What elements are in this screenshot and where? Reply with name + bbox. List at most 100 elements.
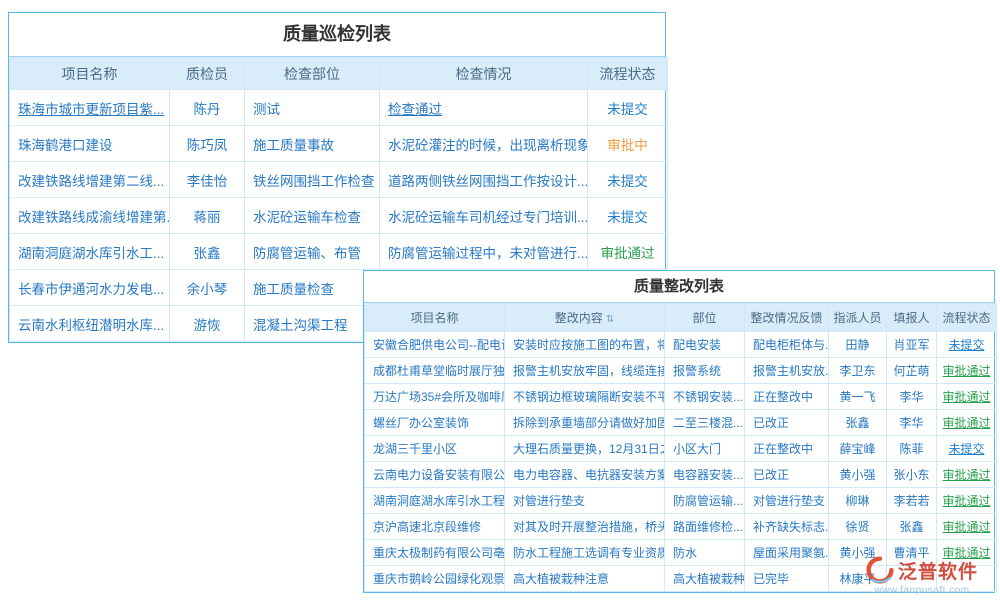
rectify-feedback-cell: 报警主机安放... (745, 358, 829, 384)
reporter-name-cell: 李若若 (887, 488, 937, 514)
process-status[interactable]: 审批通过 (601, 246, 655, 261)
process-status-cell: 审批通过 (937, 462, 997, 488)
table-row[interactable]: 珠海鹤港口建设陈巧凤施工质量事故水泥砼灌注的时候，出现离析现象审批中 (10, 126, 668, 162)
process-status[interactable]: 审批通过 (942, 468, 990, 482)
column-header: 流程状态 (937, 304, 997, 332)
rectify-feedback: 已改正 (753, 468, 789, 482)
column-header-label: 项目名称 (410, 311, 458, 325)
table-row[interactable]: 云南电力设备安装有限公司20...电力电容器、电抗器安装方案...电容器安装..… (365, 462, 997, 488)
rectify-feedback: 配电柜柜体与... (753, 338, 829, 352)
project-name[interactable]: 重庆太极制药有限公司亳州中... (373, 546, 505, 560)
inspector-name-cell: 蒋丽 (170, 198, 245, 234)
project-name[interactable]: 安徽合肥供电公司--配电设备... (373, 338, 505, 352)
process-status[interactable]: 未提交 (607, 102, 648, 117)
project-name[interactable]: 万达广场35#会所及咖啡厅空... (373, 390, 505, 404)
rectify-content-cell: 不锈钢边框玻璃隔断安装不平... (505, 384, 665, 410)
column-header-label: 项目名称 (62, 66, 118, 82)
process-status[interactable]: 审批通过 (942, 520, 990, 534)
table-row[interactable]: 成都杜甫草堂临时展厅独立展... 报警主机安放牢固，线缆连接... 报警系统 报警主机… (365, 358, 997, 384)
rectification-table-title: 质量整改列表 (364, 271, 994, 303)
assignee-name: 黄一飞 (839, 390, 875, 404)
table-row[interactable]: 改建铁路线成渝线增建第...蒋丽水泥砼运输车检查水泥砼运输车司机经过专门培训..… (10, 198, 668, 234)
project-name[interactable]: 云南电力设备安装有限公司20... (373, 468, 505, 482)
inspector-name-cell: 陈丹 (170, 90, 245, 126)
project-name[interactable]: 改建铁路线增建第二线... (18, 174, 164, 189)
inspection-part: 水泥砼运输车检查 (253, 210, 361, 225)
table-row[interactable]: 京沪高速北京段维修对其及时开展整治措施，桥头...路面维修检...补齐缺失标志.… (365, 514, 997, 540)
rectify-content-cell: 对管进行垫支 (505, 488, 665, 514)
reporter-name: 肖亚军 (893, 338, 929, 352)
table-row[interactable]: 万达广场35#会所及咖啡厅空...不锈钢边框玻璃隔断安装不平...不锈钢安装..… (365, 384, 997, 410)
project-name[interactable]: 改建铁路线成渝线增建第... (18, 210, 170, 225)
table-row[interactable]: 珠海市城市更新项目紫...陈丹测试检查通过未提交 (10, 90, 668, 126)
project-name[interactable]: 京沪高速北京段维修 (373, 520, 481, 534)
assignee-name-cell: 黄小强 (829, 462, 887, 488)
process-status-cell: 审批通过 (937, 410, 997, 436)
inspector-name-cell: 李佳怡 (170, 162, 245, 198)
process-status[interactable]: 未提交 (948, 338, 984, 352)
project-name[interactable]: 螺丝厂办公室装饰 (373, 416, 469, 430)
rectify-feedback-cell: 已完毕 (745, 566, 829, 592)
project-name[interactable]: 长春市伊通河水力发电... (18, 282, 164, 297)
column-header: 填报人 (887, 304, 937, 332)
project-name[interactable]: 成都杜甫草堂临时展厅独立展... (373, 364, 505, 378)
project-name[interactable]: 湖南洞庭湖水库引水工... (18, 246, 164, 261)
watermark-brand: 泛普软件 (898, 557, 978, 584)
rectify-part-cell: 路面维修检... (665, 514, 745, 540)
table-row[interactable]: 改建铁路线增建第二线...李佳怡铁丝网围挡工作检查道路两侧铁丝网围挡工作按设计.… (10, 162, 668, 198)
inspector-name: 陈丹 (194, 102, 221, 117)
column-header: 检查部位 (245, 58, 380, 90)
process-status-cell: 未提交 (588, 198, 668, 234)
process-status[interactable]: 审批通过 (942, 364, 990, 378)
inspection-result-cell: 水泥砼灌注的时候，出现离析现象 (380, 126, 588, 162)
table-row[interactable]: 湖南洞庭湖水库引水工...张鑫防腐管运输、布管防腐管运输过程中，未对管进行...… (10, 234, 668, 270)
project-name-cell: 长春市伊通河水力发电... (10, 270, 170, 306)
rectify-part: 报警系统 (673, 364, 721, 378)
rectify-content-cell: 电力电容器、电抗器安装方案... (505, 462, 665, 488)
process-status-cell: 审批通过 (937, 358, 997, 384)
reporter-name-cell: 何芷萌 (887, 358, 937, 384)
project-name[interactable]: 重庆市鹅岭公园绿化观景提升... (373, 572, 505, 586)
project-name[interactable]: 珠海鹤港口建设 (18, 138, 113, 153)
rectify-feedback-cell: 配电柜柜体与... (745, 332, 829, 358)
process-status[interactable]: 审批通过 (942, 416, 990, 430)
project-name[interactable]: 云南水利枢纽潜明水库... (18, 318, 164, 333)
reporter-name: 张鑫 (899, 520, 923, 534)
assignee-name: 张鑫 (845, 416, 869, 430)
project-name[interactable]: 龙湖三千里小区 (373, 442, 457, 456)
process-status[interactable]: 审批通过 (942, 494, 990, 508)
rectify-part-cell: 报警系统 (665, 358, 745, 384)
table-row[interactable]: 安徽合肥供电公司--配电设备...安装时应按施工图的布置，将...配电安装配电柜… (365, 332, 997, 358)
inspection-part-cell: 混凝土沟渠工程 (245, 306, 380, 342)
rectify-feedback: 屋面采用聚氨... (753, 546, 829, 560)
process-status[interactable]: 未提交 (607, 210, 648, 225)
process-status-cell: 未提交 (937, 332, 997, 358)
table-row[interactable]: 龙湖三千里小区大理石质量更换，12月31日之...小区大门正在整改中薛宝峰陈菲未… (365, 436, 997, 462)
rectify-content-cell: 安装时应按施工图的布置，将... (505, 332, 665, 358)
reporter-name: 何芷萌 (893, 364, 929, 378)
project-name[interactable]: 湖南洞庭湖水库引水工程项目1标 (373, 494, 505, 508)
reporter-name: 陈菲 (899, 442, 923, 456)
sort-icon[interactable]: ⇅ (606, 314, 614, 325)
process-status[interactable]: 审批通过 (942, 390, 990, 404)
process-status-cell: 审批通过 (937, 384, 997, 410)
process-status[interactable]: 审批中 (607, 138, 648, 153)
rectify-content: 对其及时开展整治措施，桥头... (513, 520, 665, 534)
process-status[interactable]: 未提交 (948, 442, 984, 456)
process-status-cell: 审批通过 (588, 234, 668, 270)
table-row[interactable]: 螺丝厂办公室装饰拆除到承重墙部分请做好加固...二至三楼混...已改正张鑫李华审… (365, 410, 997, 436)
project-name-cell: 云南水利枢纽潜明水库... (10, 306, 170, 342)
inspection-part: 施工质量检查 (253, 282, 334, 297)
project-name[interactable]: 珠海市城市更新项目紫... (18, 102, 164, 117)
process-status[interactable]: 未提交 (607, 174, 648, 189)
rectify-content: 报警主机安放牢固，线缆连接... (513, 364, 665, 378)
reporter-name: 李华 (899, 390, 923, 404)
column-header[interactable]: 整改内容⇅ (505, 304, 665, 332)
inspection-part-cell: 水泥砼运输车检查 (245, 198, 380, 234)
table-row[interactable]: 湖南洞庭湖水库引水工程项目1标对管进行垫支防腐管运输...对管进行垫支柳琳李若若… (365, 488, 997, 514)
reporter-name: 张小东 (893, 468, 929, 482)
column-header-label: 整改内容 (555, 311, 603, 325)
inspection-table-title: 质量巡检列表 (9, 13, 665, 57)
rectify-part: 小区大门 (673, 442, 721, 456)
column-header: 流程状态 (588, 58, 668, 90)
